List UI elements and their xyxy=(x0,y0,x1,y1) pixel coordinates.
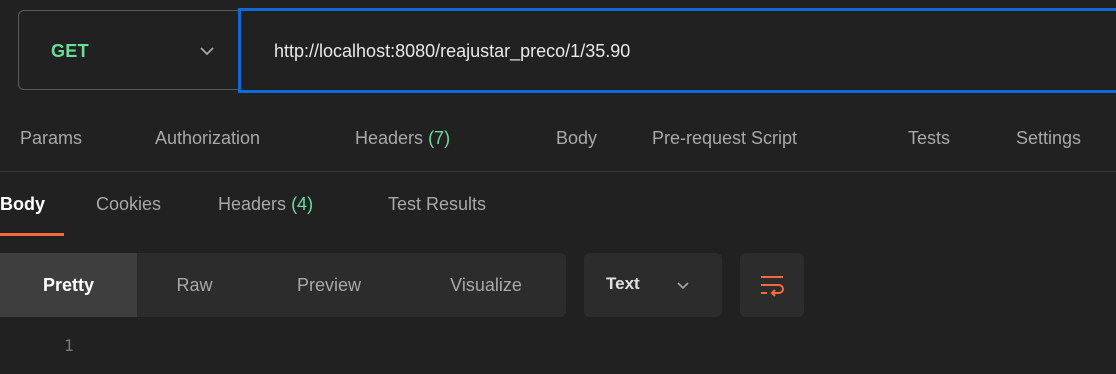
method-label: GET xyxy=(51,41,89,61)
tabs-divider xyxy=(0,171,1116,172)
url-input[interactable]: http://localhost:8080/reajustar_preco/1/… xyxy=(238,8,1116,93)
method-select[interactable]: GET xyxy=(18,10,238,90)
request-tabs: Params Authorization Headers (7) Body Pr… xyxy=(0,122,1116,172)
format-label: Text xyxy=(606,274,640,293)
response-tab-body[interactable]: Body xyxy=(0,194,45,215)
active-tab-underline xyxy=(0,233,64,236)
view-preview-button[interactable]: Preview xyxy=(252,253,406,317)
tab-pre-request-script[interactable]: Pre-request Script xyxy=(652,128,797,149)
tab-headers-label: Headers xyxy=(355,128,424,148)
response-tab-cookies[interactable]: Cookies xyxy=(96,194,161,215)
response-tab-test-results[interactable]: Test Results xyxy=(388,194,486,215)
view-mode-group: Pretty Raw Preview Visualize xyxy=(0,253,566,317)
view-raw-button[interactable]: Raw xyxy=(137,253,252,317)
chevron-down-icon xyxy=(677,282,689,290)
tab-tests[interactable]: Tests xyxy=(908,128,950,149)
tab-body[interactable]: Body xyxy=(556,128,597,149)
word-wrap-icon xyxy=(761,276,784,297)
word-wrap-button[interactable] xyxy=(740,253,804,317)
response-tab-headers-label: Headers xyxy=(218,194,287,214)
tab-params[interactable]: Params xyxy=(20,128,82,149)
tab-settings[interactable]: Settings xyxy=(1016,128,1081,149)
view-pretty-button[interactable]: Pretty xyxy=(0,253,137,317)
tab-headers-count: (7) xyxy=(428,128,451,148)
editor-line-number: 1 xyxy=(64,336,74,355)
tab-authorization[interactable]: Authorization xyxy=(155,128,260,149)
view-visualize-button[interactable]: Visualize xyxy=(406,253,566,317)
format-select[interactable]: Text xyxy=(584,253,722,317)
response-tab-headers-count: (4) xyxy=(291,194,314,214)
url-text: http://localhost:8080/reajustar_preco/1/… xyxy=(274,41,631,61)
tab-headers[interactable]: Headers (7) xyxy=(355,128,450,149)
chevron-down-icon xyxy=(200,47,214,56)
postman-request-panel: GET http://localhost:8080/reajustar_prec… xyxy=(0,0,1116,374)
response-tab-headers[interactable]: Headers (4) xyxy=(218,194,313,215)
